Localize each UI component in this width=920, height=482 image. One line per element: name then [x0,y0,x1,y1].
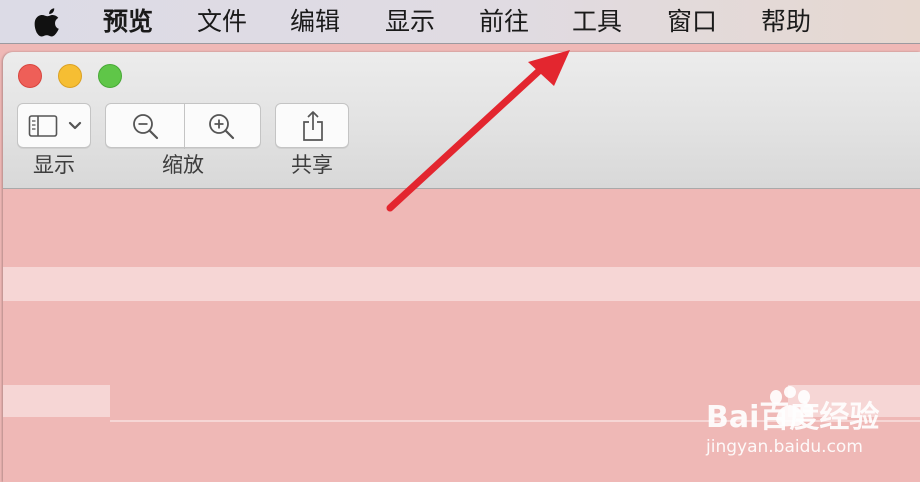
watermark-url: jingyan.baidu.com [706,437,863,457]
watermark-brand: Bai百度经验 [706,400,880,435]
watermark: Bai百度经验 jingyan.baidu.com [706,386,880,466]
